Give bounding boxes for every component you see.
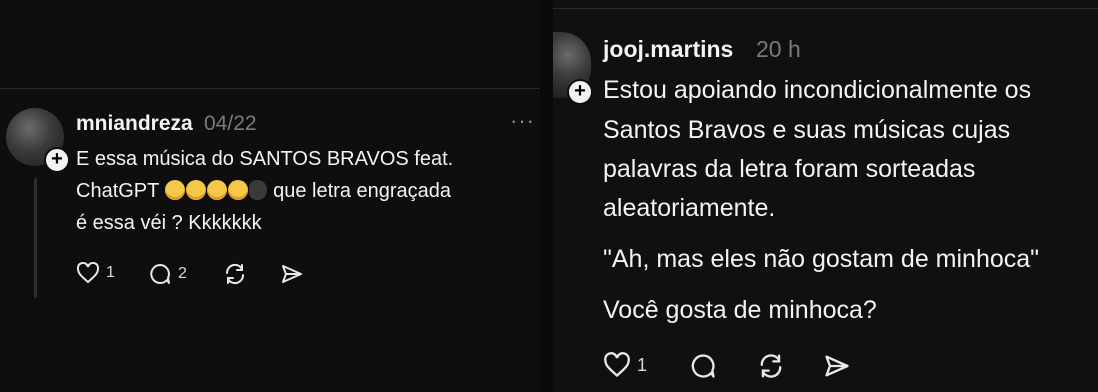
post-quote-line: "Ah, mas eles não gostam de minhoca" <box>603 245 1040 273</box>
comment-icon <box>691 354 715 378</box>
reply-button[interactable] <box>689 352 717 380</box>
post-line-2-text: ChatGPT <box>76 180 159 202</box>
post-line-2-tail: que letra engraçada <box>267 180 452 202</box>
thread-line <box>34 178 37 298</box>
follow-button[interactable]: + <box>44 147 70 173</box>
post-line-4: aleatoriamente. <box>603 194 776 222</box>
share-button[interactable] <box>823 353 851 379</box>
repost-button[interactable] <box>756 352 786 380</box>
like-button[interactable]: 1 <box>603 352 647 378</box>
like-button[interactable]: 1 <box>76 262 115 284</box>
rolling-on-floor-laughing-emoji <box>227 180 248 200</box>
divider <box>553 8 1098 9</box>
post-line-1: E essa música do SANTOS BRAVOS feat. <box>76 148 454 170</box>
username[interactable]: mniandreza <box>76 112 193 136</box>
right-post-panel: + jooj.martins 20 h Estou apoiando incon… <box>553 0 1098 392</box>
speaking-head-emoji <box>248 180 267 200</box>
like-count: 1 <box>106 264 115 281</box>
post-line-3: é essa véi ? Kkkkkkk <box>76 212 262 234</box>
heart-icon <box>604 352 630 378</box>
post-line-1: Estou apoiando incondicionalmente os <box>603 76 1032 104</box>
rolling-on-floor-laughing-emoji <box>185 180 206 200</box>
reply-button[interactable]: 2 <box>148 262 187 286</box>
more-options-icon[interactable]: ··· <box>510 108 535 134</box>
share-button[interactable] <box>280 263 304 285</box>
timestamp: 04/22 <box>204 112 257 135</box>
send-icon <box>825 355 849 377</box>
timestamp: 20 h <box>756 36 801 62</box>
reply-count: 2 <box>178 265 187 282</box>
repost-icon <box>225 263 245 285</box>
send-icon <box>282 265 302 283</box>
username[interactable]: jooj.martins <box>603 36 733 63</box>
post-line-3: palavras da letra foram sorteadas <box>603 155 976 183</box>
comment-icon <box>150 264 170 284</box>
rolling-on-floor-laughing-emoji <box>206 180 227 200</box>
left-thread-panel: + mniandreza 04/22 ··· E essa música do … <box>0 0 540 392</box>
heart-icon <box>76 262 100 284</box>
post-question-line: Você gosta de minhoca? <box>603 296 877 324</box>
post-line-2: ChatGPT que letra engraçada <box>76 180 451 203</box>
repost-button[interactable] <box>222 262 248 286</box>
follow-button[interactable]: + <box>567 79 593 105</box>
rolling-on-floor-laughing-emoji <box>164 180 185 200</box>
repost-icon <box>760 354 782 378</box>
divider <box>0 88 540 89</box>
post-line-2: Santos Bravos e suas músicas cujas <box>603 116 1011 144</box>
like-count: 1 <box>637 354 648 375</box>
